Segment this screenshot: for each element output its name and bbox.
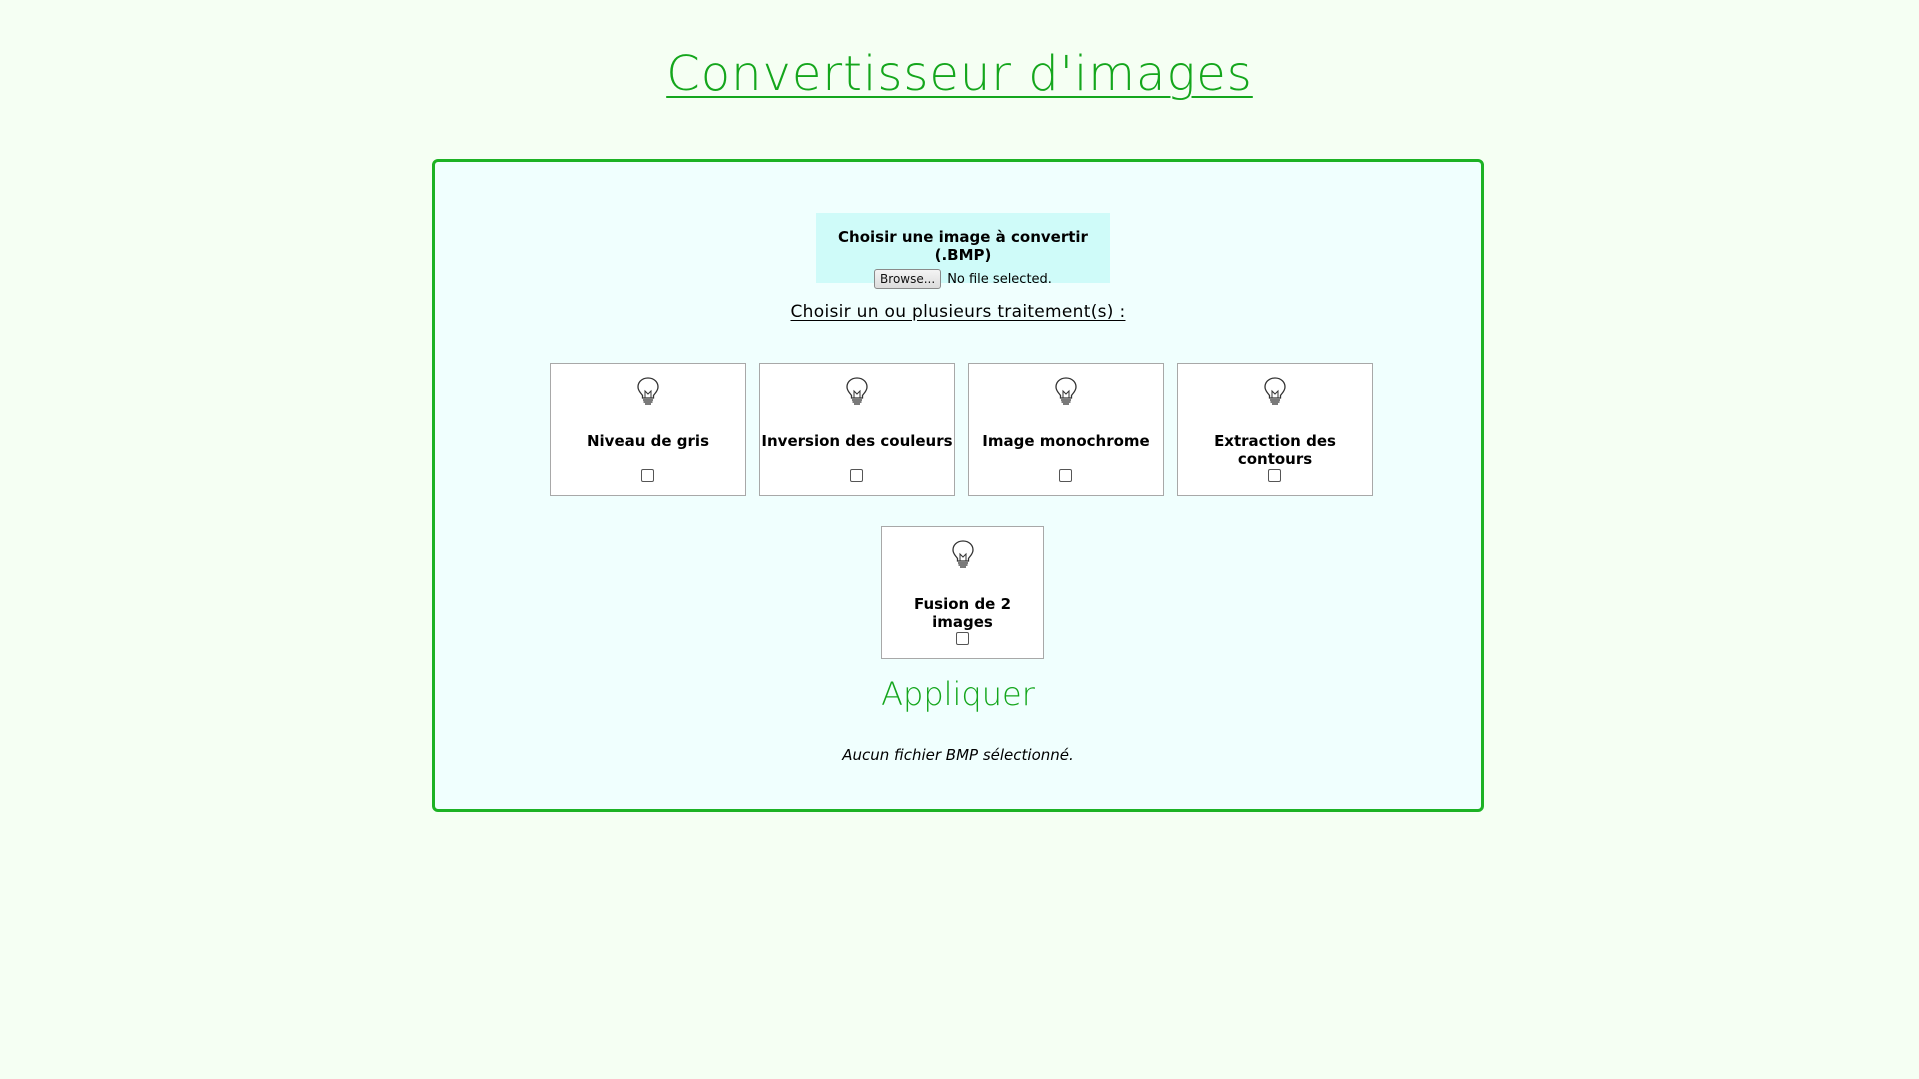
apply-button[interactable]: Appliquer (435, 675, 1481, 713)
lightbulb-icon (637, 377, 659, 405)
status-message: Aucun fichier BMP sélectionné. (842, 746, 1074, 764)
treatment-label: Fusion de 2 images (913, 595, 1012, 631)
treatment-card-grayscale[interactable]: Niveau de gris (550, 363, 746, 496)
treatment-checkbox-edges[interactable] (1268, 469, 1281, 482)
file-input[interactable]: Browse... No file selected. (816, 269, 1110, 289)
treatment-label: Niveau de gris (586, 432, 709, 450)
upload-label: Choisir une image à convertir (.BMP) (838, 228, 1088, 264)
page-title-text: Convertisseur d'images (666, 46, 1253, 102)
treatment-card-invert[interactable]: Inversion des couleurs (759, 363, 955, 496)
lightbulb-icon (1055, 377, 1077, 405)
treatment-label: Image monochrome (982, 432, 1150, 450)
treatment-card-monochrome[interactable]: Image monochrome (968, 363, 1164, 496)
treatments-heading: Choisir un ou plusieurs traitement(s) : (435, 302, 1481, 322)
treatment-card-edges[interactable]: Extraction des contours (1177, 363, 1373, 496)
treatments-heading-text: Choisir un ou plusieurs traitement(s) : (790, 302, 1126, 322)
treatment-checkbox-monochrome[interactable] (1059, 469, 1072, 482)
lightbulb-icon (1264, 377, 1286, 405)
treatment-label: Inversion des couleurs (761, 432, 953, 450)
upload-box: Choisir une image à convertir (.BMP) Bro… (816, 213, 1110, 289)
lightbulb-icon (846, 377, 868, 405)
page-title: Convertisseur d'images (0, 46, 1919, 102)
lightbulb-icon (951, 540, 974, 568)
converter-panel: Choisir une image à convertir (.BMP) Bro… (432, 159, 1484, 812)
file-status: No file selected. (947, 271, 1052, 287)
browse-button[interactable]: Browse... (874, 269, 942, 289)
page: Convertisseur d'images Choisir une image… (0, 0, 1919, 1079)
treatment-checkbox-fusion[interactable] (955, 632, 969, 645)
treatment-checkbox-invert[interactable] (850, 469, 863, 482)
treatment-card-fusion[interactable]: Fusion de 2 images (881, 526, 1044, 659)
treatment-label: Extraction des contours (1214, 432, 1336, 468)
treatment-checkbox-grayscale[interactable] (641, 469, 654, 482)
